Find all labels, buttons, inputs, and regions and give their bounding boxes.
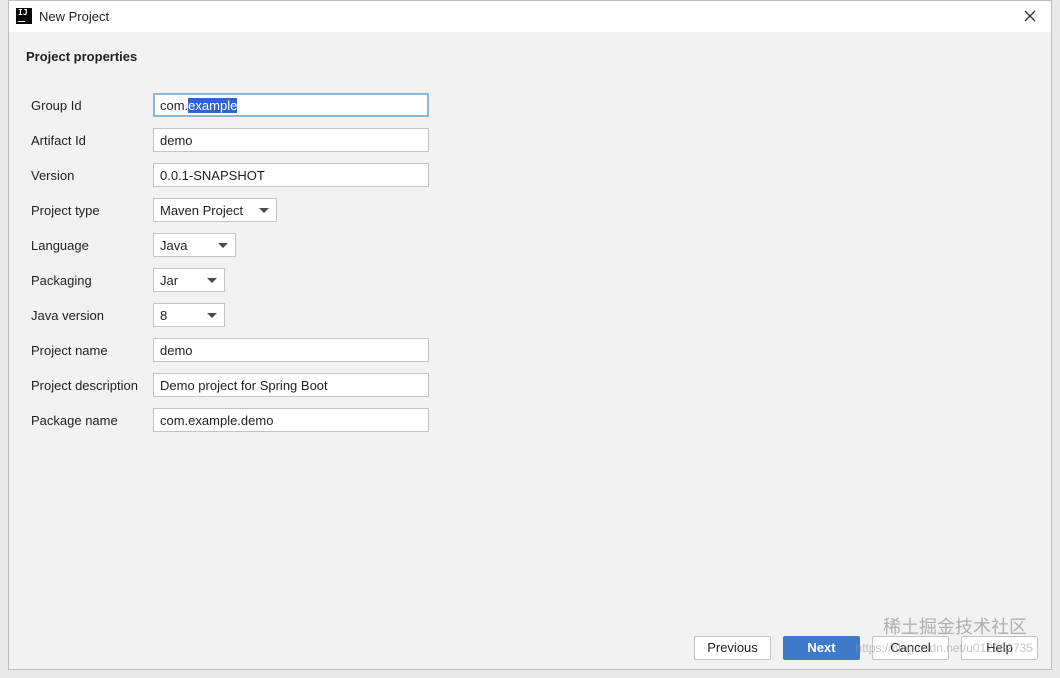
previous-button[interactable]: Previous	[694, 636, 771, 660]
java-version-dropdown[interactable]: 8	[153, 303, 225, 327]
chevron-down-icon	[207, 278, 217, 283]
project-description-label: Project description	[31, 378, 138, 393]
packaging-label: Packaging	[31, 273, 92, 288]
chevron-down-icon	[218, 243, 228, 248]
next-button[interactable]: Next	[783, 636, 860, 660]
language-value: Java	[160, 238, 188, 253]
close-icon[interactable]	[1021, 7, 1039, 25]
group-id-label: Group Id	[31, 98, 82, 113]
watermark: 稀土掘金技术社区 https://blog.csdn.net/u01258273…	[855, 617, 1033, 655]
group-id-selected-text: example	[188, 98, 238, 113]
chevron-down-icon	[207, 313, 217, 318]
java-version-label: Java version	[31, 308, 104, 323]
intellij-app-icon: IJ	[16, 8, 32, 24]
language-dropdown[interactable]: Java	[153, 233, 236, 257]
watermark-url: https://blog.csdn.net/u012582735	[855, 641, 1033, 655]
watermark-title: 稀土掘金技术社区	[883, 617, 1027, 637]
group-id-field[interactable]: com.example	[153, 93, 429, 117]
chevron-down-icon	[259, 208, 269, 213]
version-label: Version	[31, 168, 75, 183]
artifact-id-field[interactable]: demo	[153, 128, 429, 152]
packaging-value: Jar	[160, 273, 179, 288]
project-type-value: Maven Project	[160, 203, 244, 218]
project-type-label: Project type	[31, 203, 100, 218]
group-id-value-prefix: com.	[160, 98, 189, 113]
language-label: Language	[31, 238, 89, 253]
java-version-value: 8	[160, 308, 168, 323]
project-name-field[interactable]: demo	[153, 338, 429, 362]
artifact-id-label: Artifact Id	[31, 133, 86, 148]
window-title: New Project	[39, 9, 110, 24]
version-field[interactable]: 0.0.1-SNAPSHOT	[153, 163, 429, 187]
section-title: Project properties	[26, 49, 138, 64]
project-name-label: Project name	[31, 343, 108, 358]
package-name-label: Package name	[31, 413, 118, 428]
new-project-dialog: IJ New Project Project properties Group …	[8, 0, 1052, 670]
title-bar: IJ New Project	[9, 1, 1051, 32]
package-name-field[interactable]: com.example.demo	[153, 408, 429, 432]
project-type-dropdown[interactable]: Maven Project	[153, 198, 277, 222]
packaging-dropdown[interactable]: Jar	[153, 268, 225, 292]
project-description-field[interactable]: Demo project for Spring Boot	[153, 373, 429, 397]
